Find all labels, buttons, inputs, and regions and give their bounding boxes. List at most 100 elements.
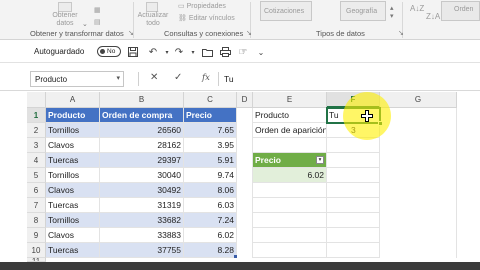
column-g-cells[interactable] <box>380 108 457 258</box>
empty-cell[interactable] <box>253 243 327 258</box>
touch-mode-icon[interactable]: ☞ <box>236 45 250 59</box>
empty-cell[interactable] <box>327 138 380 153</box>
row-header-6[interactable]: 6 <box>27 183 46 198</box>
formula-bar: Producto ▾ ✕ ✓ fx Tu <box>0 67 480 91</box>
lookup-label-producto[interactable]: Producto <box>253 108 327 123</box>
empty-cell[interactable] <box>253 228 327 243</box>
chevron-down-icon[interactable]: ▾ <box>390 12 394 20</box>
empty-cell[interactable] <box>327 153 380 168</box>
table-cell[interactable]: 3.95 <box>184 138 237 153</box>
row-header-4[interactable]: 4 <box>27 153 46 168</box>
lookup-label-orden[interactable]: Orden de aparición <box>253 123 327 138</box>
table-cell[interactable]: 30492 <box>100 183 184 198</box>
column-header-b[interactable]: B <box>100 92 184 108</box>
dialog-launcher-icon[interactable]: ↘ <box>246 29 252 37</box>
redo-icon[interactable]: ↷ <box>172 45 186 59</box>
table-cell[interactable]: 9.74 <box>184 168 237 183</box>
column-header-g[interactable]: G <box>380 92 457 108</box>
column-header-d[interactable]: D <box>237 92 253 108</box>
redo-dropdown-icon[interactable]: ▾ <box>186 45 200 59</box>
filter-dropdown-icon[interactable]: ▾ <box>316 156 324 164</box>
table-cell[interactable]: 6.03 <box>184 198 237 213</box>
chevron-down-icon[interactable]: ▾ <box>116 74 120 82</box>
row-header-2[interactable]: 2 <box>27 123 46 138</box>
table-cell[interactable]: Tuercas <box>46 243 100 258</box>
table-cell[interactable]: Tornillos <box>46 168 100 183</box>
table-cell[interactable]: 7.65 <box>184 123 237 138</box>
worksheet-grid[interactable]: A B C D E F G 1 2 3 4 5 6 7 8 9 10 11 Pr… <box>27 92 457 262</box>
table-cell[interactable]: 28162 <box>100 138 184 153</box>
table-cell[interactable]: Tornillos <box>46 123 100 138</box>
enter-icon[interactable]: ✓ <box>174 72 182 83</box>
row-header-3[interactable]: 3 <box>27 138 46 153</box>
properties-button[interactable]: ▭ Propiedades <box>178 2 226 10</box>
empty-cell[interactable] <box>327 198 380 213</box>
empty-cell[interactable] <box>327 168 380 183</box>
empty-cell[interactable] <box>253 213 327 228</box>
table-header-orden[interactable]: Orden de compra <box>100 108 184 123</box>
recent-sources-icon[interactable]: ▤ <box>94 18 101 26</box>
table-cell[interactable]: 33883 <box>100 228 184 243</box>
table-cell[interactable]: 8.06 <box>184 183 237 198</box>
table-cell[interactable]: 29397 <box>100 153 184 168</box>
empty-cell[interactable] <box>253 198 327 213</box>
edit-links-button[interactable]: ⛓ Editar vínculos <box>178 14 235 22</box>
empty-cell[interactable] <box>253 138 327 153</box>
table-cell[interactable]: 33682 <box>100 213 184 228</box>
table-cell[interactable]: Clavos <box>46 183 100 198</box>
table-cell[interactable]: 31319 <box>100 198 184 213</box>
open-folder-icon[interactable] <box>200 45 214 59</box>
table-cell[interactable]: Tornillos <box>46 213 100 228</box>
name-box[interactable]: Producto ▾ <box>30 71 124 87</box>
table-cell[interactable]: 26560 <box>100 123 184 138</box>
dialog-launcher-icon[interactable]: ↘ <box>398 29 404 37</box>
autosave-toggle[interactable]: No <box>97 46 121 57</box>
refresh-all-button[interactable]: Actualizar todo <box>136 12 170 28</box>
get-data-button[interactable]: Obtener datos <box>50 12 80 28</box>
table-header-precio[interactable]: Precio <box>184 108 237 123</box>
table-icon[interactable]: ▦ <box>94 6 101 14</box>
table-cell[interactable]: Clavos <box>46 228 100 243</box>
price-table-value[interactable]: 6.02 <box>253 168 327 183</box>
row-header-8[interactable]: 8 <box>27 213 46 228</box>
insert-function-icon[interactable]: fx <box>202 73 210 83</box>
formula-input[interactable]: Tu <box>220 71 478 87</box>
print-icon[interactable] <box>218 45 232 59</box>
row-header-5[interactable]: 5 <box>27 168 46 183</box>
column-header-a[interactable]: A <box>46 92 100 108</box>
empty-cell[interactable] <box>327 243 380 258</box>
empty-cell[interactable] <box>253 183 327 198</box>
row-header-10[interactable]: 10 <box>27 243 46 258</box>
table-cell[interactable]: 37755 <box>100 243 184 258</box>
table-cell[interactable]: Tuercas <box>46 198 100 213</box>
table-cell[interactable]: 30040 <box>100 168 184 183</box>
chevron-down-icon[interactable]: ⌄ <box>82 20 88 28</box>
select-all-corner[interactable] <box>27 92 46 108</box>
empty-cell[interactable] <box>327 183 380 198</box>
chevron-up-icon[interactable]: ▴ <box>390 4 394 12</box>
dialog-launcher-icon[interactable]: ↘ <box>128 29 134 37</box>
empty-cell[interactable] <box>327 213 380 228</box>
row-header-1[interactable]: 1 <box>27 108 46 123</box>
save-icon[interactable] <box>126 45 140 59</box>
cancel-icon[interactable]: ✕ <box>150 72 158 83</box>
taskbar-strip <box>0 262 480 270</box>
sort-az-icon[interactable]: A↓Z <box>410 4 424 13</box>
table-cell[interactable]: Clavos <box>46 138 100 153</box>
sort-za-icon[interactable]: Z↓A <box>426 12 440 21</box>
row-header-7[interactable]: 7 <box>27 198 46 213</box>
column-d-cells[interactable] <box>237 108 253 258</box>
table-cell[interactable]: 5.91 <box>184 153 237 168</box>
column-header-c[interactable]: C <box>184 92 237 108</box>
table-cell[interactable]: 8.28 <box>184 243 237 258</box>
table-header-producto[interactable]: Producto <box>46 108 100 123</box>
table-cell[interactable]: 6.02 <box>184 228 237 243</box>
ribbon: Obtener datos ⌄ ▦ ▤ Actualizar todo ▭ Pr… <box>0 0 480 40</box>
table-cell[interactable]: Tuercas <box>46 153 100 168</box>
row-header-9[interactable]: 9 <box>27 228 46 243</box>
undo-icon[interactable]: ↶ <box>146 45 160 59</box>
customize-qat-icon[interactable]: ⌄ <box>254 45 268 59</box>
table-cell[interactable]: 7.24 <box>184 213 237 228</box>
empty-cell[interactable] <box>327 228 380 243</box>
column-header-e[interactable]: E <box>253 92 327 108</box>
